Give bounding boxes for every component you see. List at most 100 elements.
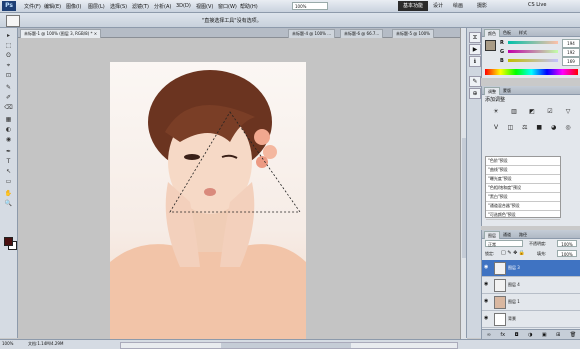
color-foreground-chip[interactable]: [485, 40, 496, 51]
preset-exposure[interactable]: "曝光度"预设: [486, 175, 560, 184]
pen-tool-icon[interactable]: ✒: [4, 148, 13, 155]
tab-paths[interactable]: 路径: [516, 231, 530, 238]
portrait-photo[interactable]: [110, 62, 306, 340]
opacity-input[interactable]: 100%: [557, 240, 577, 247]
foreground-color-swatch[interactable]: [4, 237, 13, 246]
menu-3d[interactable]: 3D(D): [176, 3, 191, 9]
workspace-essentials[interactable]: 基本功能: [398, 1, 429, 11]
hand-tool-icon[interactable]: ✋: [4, 190, 13, 197]
scrollbar-thumb[interactable]: [221, 343, 351, 348]
eraser-tool-icon[interactable]: ⌫: [4, 104, 13, 111]
cs-live-button[interactable]: CS Live: [528, 2, 546, 8]
vibrance-icon[interactable]: ▽: [564, 108, 572, 116]
healing-brush-tool-icon[interactable]: ✐: [4, 94, 13, 101]
preset-black-white[interactable]: "黑白"预设: [486, 193, 560, 202]
levels-icon[interactable]: ▥: [510, 108, 518, 116]
preset-hue-saturation[interactable]: "色相/饱和度"预设: [486, 184, 560, 193]
exposure-icon[interactable]: ☑: [546, 108, 554, 116]
tab-document-1[interactable]: 未标题-1 @ 100% (图层 3, RGB/8) * ×: [20, 29, 102, 38]
menu-analysis[interactable]: 分析(A): [154, 3, 171, 10]
black-white-icon[interactable]: ■: [535, 124, 543, 132]
visibility-eye-icon[interactable]: ◉: [484, 265, 489, 270]
brush-icon[interactable]: ✎: [469, 76, 481, 87]
new-layer-icon[interactable]: ⊞: [556, 332, 560, 338]
dodge-tool-icon[interactable]: ◉: [4, 136, 13, 143]
visibility-eye-icon[interactable]: ◉: [484, 316, 489, 321]
link-layers-icon[interactable]: ∞: [487, 332, 491, 338]
red-value-input[interactable]: 194: [562, 39, 580, 48]
tab-styles[interactable]: 样式: [516, 29, 530, 36]
menu-edit[interactable]: 编辑(E): [44, 3, 61, 10]
layer-style-icon[interactable]: fx: [500, 332, 505, 338]
channel-mixer-icon[interactable]: ◎: [564, 124, 572, 132]
canvas-area[interactable]: [18, 38, 460, 340]
new-group-icon[interactable]: ▣: [542, 332, 547, 338]
layer-row-1[interactable]: ◉ 图层 1: [482, 294, 580, 311]
preset-selective-color[interactable]: "可选颜色"预设: [486, 211, 560, 220]
layer-name[interactable]: 背景: [508, 316, 516, 322]
eyedropper-tool-icon[interactable]: ✎: [4, 84, 13, 91]
layer-name[interactable]: 图层 3: [508, 265, 520, 271]
red-slider[interactable]: R 194: [500, 39, 580, 48]
hue-saturation-icon[interactable]: ◫: [506, 124, 514, 132]
tab-masks[interactable]: 蒙版: [500, 87, 514, 94]
shape-tool-icon[interactable]: ▭: [4, 178, 13, 185]
vibrance-v-icon[interactable]: V: [492, 124, 500, 132]
gradient-tool-icon[interactable]: ▦: [4, 116, 13, 123]
workspace-photography[interactable]: 摄影: [472, 1, 492, 11]
menu-view[interactable]: 视图(V): [196, 3, 213, 10]
menu-layer[interactable]: 图层(L): [88, 3, 105, 10]
tab-adjustments[interactable]: 调整: [484, 87, 500, 95]
history-icon[interactable]: ⧖: [469, 32, 481, 43]
menu-filter[interactable]: 滤镜(T): [132, 3, 149, 10]
crop-tool-icon[interactable]: ⊡: [4, 72, 13, 79]
direct-selection-tool-icon[interactable]: ↖: [4, 168, 13, 175]
preset-curves[interactable]: "曲线"预设: [486, 166, 560, 175]
blue-slider[interactable]: B 169: [500, 57, 580, 66]
new-adjustment-icon[interactable]: ◑: [528, 332, 532, 338]
green-value-input[interactable]: 192: [562, 48, 580, 57]
preset-levels[interactable]: "色阶"预设: [486, 157, 560, 166]
add-mask-icon[interactable]: ◘: [515, 332, 519, 338]
menu-select[interactable]: 选择(S): [110, 3, 127, 10]
menu-help[interactable]: 帮助(H): [240, 3, 258, 10]
actions-icon[interactable]: ▶: [469, 44, 481, 55]
layer-name[interactable]: 图层 1: [508, 299, 520, 305]
workspace-design[interactable]: 设计: [428, 1, 448, 11]
fill-input[interactable]: 100%: [557, 250, 577, 257]
direct-selection-tool-icon[interactable]: [6, 15, 20, 27]
visibility-eye-icon[interactable]: ◉: [484, 299, 489, 304]
zoom-tool-icon[interactable]: 🔍: [4, 200, 13, 207]
tab-document-5[interactable]: 未标题-5 @ 100%: [392, 29, 434, 38]
menu-image[interactable]: 图像(I): [66, 3, 81, 10]
menu-window[interactable]: 窗口(W): [218, 3, 237, 10]
lasso-tool-icon[interactable]: ʘ: [4, 52, 13, 59]
curves-icon[interactable]: ◩: [528, 108, 536, 116]
info-icon[interactable]: ℹ: [469, 56, 481, 67]
layer-row-background[interactable]: ◉ 背景: [482, 311, 580, 328]
tab-layers[interactable]: 图层: [484, 231, 500, 239]
delete-layer-icon[interactable]: 🗑: [570, 332, 576, 338]
preset-channel-mixer[interactable]: "通道混合器"预设: [486, 202, 560, 211]
tab-document-4[interactable]: 未标题-4 @ 100% ...: [288, 29, 336, 38]
green-slider[interactable]: G 192: [500, 48, 580, 57]
zoom-level-field[interactable]: 100%: [292, 2, 328, 10]
visibility-eye-icon[interactable]: ◉: [484, 282, 489, 287]
status-zoom[interactable]: 100%: [2, 341, 13, 346]
layer-row-3[interactable]: ◉ 图层 3: [482, 260, 580, 277]
color-spectrum[interactable]: [485, 69, 578, 75]
quick-select-tool-icon[interactable]: ⌖: [4, 62, 13, 69]
tab-document-6[interactable]: 未标题-6 @ 66.7...: [340, 29, 384, 38]
tab-channels[interactable]: 通道: [500, 231, 514, 238]
blend-mode-select[interactable]: 正常: [485, 240, 523, 247]
layer-name[interactable]: 图层 4: [508, 282, 520, 288]
tab-swatches[interactable]: 色板: [500, 29, 514, 36]
photo-filter-icon[interactable]: ◕: [550, 124, 558, 132]
lock-icons[interactable]: □ ✎ ✥ 🔒: [501, 250, 525, 256]
move-tool-icon[interactable]: ▸: [4, 32, 13, 39]
workspace-painting[interactable]: 绘画: [448, 1, 468, 11]
brightness-icon[interactable]: ☀: [492, 108, 500, 116]
layer-row-4[interactable]: ◉ 图层 4: [482, 277, 580, 294]
color-balance-icon[interactable]: ⚖: [521, 124, 529, 132]
type-tool-icon[interactable]: T: [4, 158, 13, 165]
